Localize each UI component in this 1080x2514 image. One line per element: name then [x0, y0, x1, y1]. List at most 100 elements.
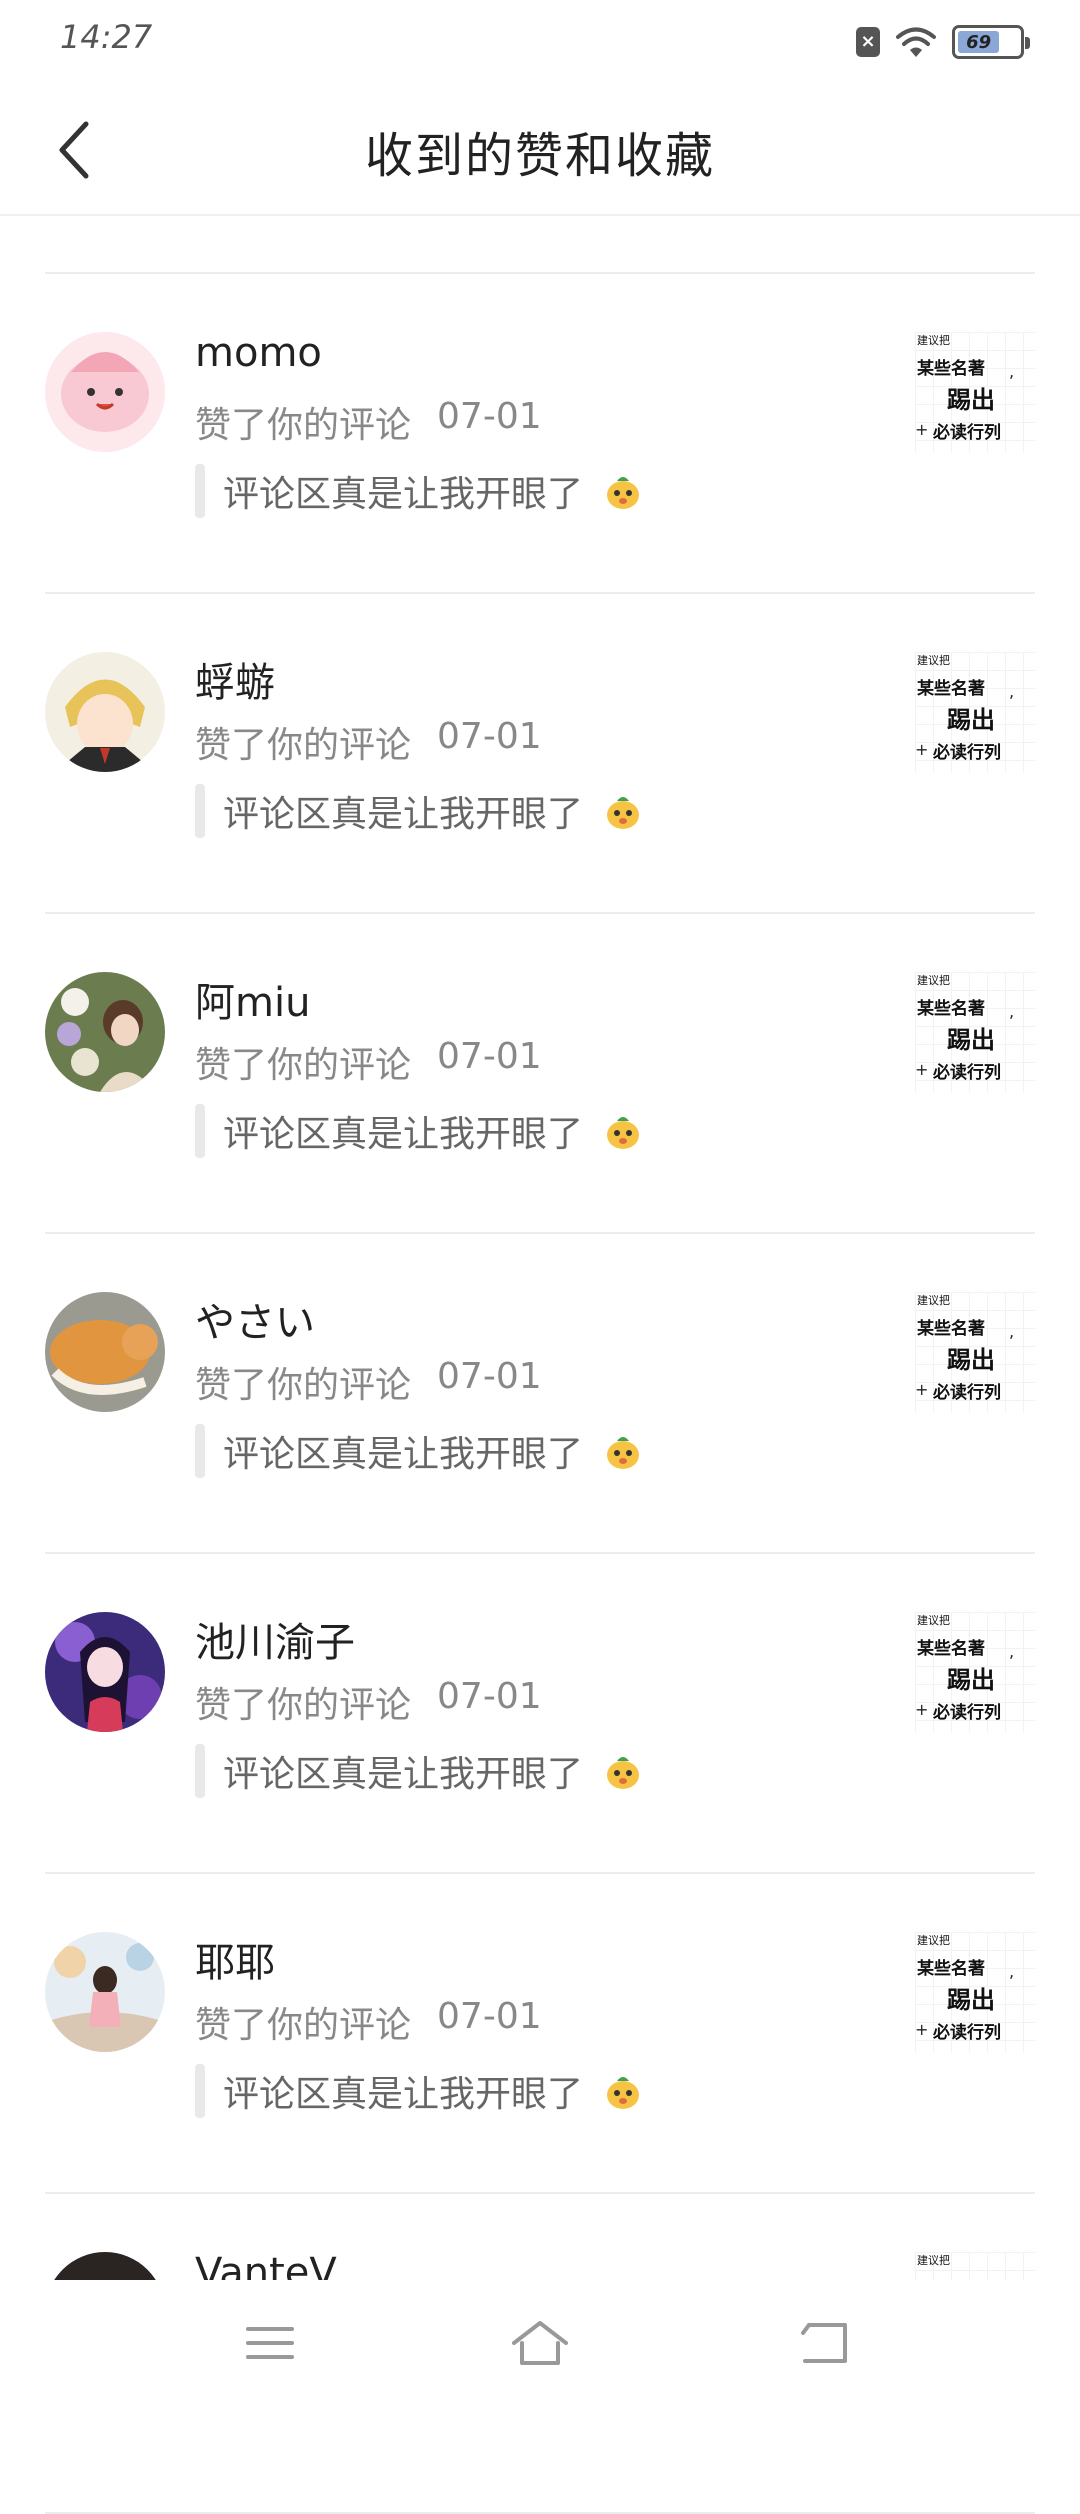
comment-text: 评论区真是让我开眼了 [223, 2074, 584, 2115]
quote-bar [195, 1424, 205, 1478]
thumb-text: 建议把 [917, 2254, 950, 2267]
username[interactable]: 蜉蝣 [195, 650, 275, 708]
thumb-text: 必读行列 [933, 743, 1001, 763]
emoji-icon [607, 1437, 640, 1469]
quoted-comment[interactable]: 评论区真是让我开眼了 [195, 1424, 643, 1478]
thumb-text: 踢出 [947, 386, 995, 414]
thumb-text: 某些名著 [917, 1959, 985, 1979]
comment-text: 评论区真是让我开眼了 [223, 1114, 584, 1155]
thumb-text: 踢出 [947, 1026, 995, 1054]
thumb-text: 建议把 [917, 974, 950, 987]
thumb-text: 必读行列 [933, 2023, 1001, 2043]
post-thumbnail[interactable]: 建议把 某些名著 , 踢出 + 必读行列 [915, 652, 1035, 772]
username[interactable]: やさい [195, 1290, 315, 1348]
avatar[interactable] [45, 972, 165, 1092]
avatar-image [45, 652, 165, 772]
post-thumbnail[interactable]: 建议把 某些名著 , 踢出 + 必读行列 [915, 332, 1035, 452]
like-meta: 赞了你的评论 07-01 [195, 716, 542, 768]
emoji-icon [607, 2077, 640, 2109]
wifi-icon [896, 27, 936, 57]
no-sim-icon: × [856, 27, 880, 57]
avatar[interactable] [45, 1932, 165, 2052]
quote-bar [195, 464, 205, 518]
thumb-dot: + [915, 1060, 929, 1079]
username[interactable]: momo [195, 330, 322, 376]
quoted-comment[interactable]: 评论区真是让我开眼了 [195, 1744, 643, 1798]
like-meta: 赞了你的评论 07-01 [195, 1356, 542, 1408]
thumb-text: 某些名著 [917, 359, 985, 379]
thumb-text: 某些名著 [917, 1639, 985, 1659]
avatar[interactable] [45, 1292, 165, 1412]
username[interactable]: 池川渝子 [195, 1610, 355, 1668]
thumb-text: 必读行列 [933, 1383, 1001, 1403]
comment-text: 评论区真是让我开眼了 [223, 1754, 584, 1795]
quoted-comment[interactable]: 评论区真是让我开眼了 [195, 784, 643, 838]
thumb-dot: + [915, 420, 929, 439]
avatar[interactable] [45, 332, 165, 452]
avatar[interactable] [45, 1612, 165, 1732]
quote-bar [195, 784, 205, 838]
thumb-text: 建议把 [917, 1614, 950, 1627]
action-text: 赞了你的评论 [195, 405, 412, 446]
page-title: 收到的赞和收藏 [364, 128, 715, 184]
list-item[interactable]: 蜉蝣 赞了你的评论 07-01 评论区真是让我开眼了 建议把 某些名著 , 踢出… [45, 594, 1035, 914]
battery-level: 69 [958, 31, 1000, 53]
thumb-text: 踢出 [947, 706, 995, 734]
thumb-text: 某些名著 [917, 679, 985, 699]
thumb-text: 建议把 [917, 1294, 950, 1307]
return-icon [801, 2323, 847, 2363]
thumb-dot: , [1009, 1322, 1015, 1341]
post-thumbnail[interactable]: 建议把 某些名著 , 踢出 + 必读行列 [915, 1292, 1035, 1412]
emoji-icon [607, 477, 640, 509]
like-meta: 赞了你的评论 07-01 [195, 1996, 542, 2048]
post-thumbnail[interactable]: 建议把 某些名著 , 踢出 + 必读行列 [915, 972, 1035, 1092]
thumb-dot: , [1009, 1962, 1015, 1981]
like-meta: 赞了你的评论 07-01 [195, 396, 542, 448]
quoted-comment[interactable]: 评论区真是让我开眼了 [195, 464, 643, 518]
home-button[interactable] [500, 2308, 580, 2378]
list-item[interactable]: momo 赞了你的评论 07-01 评论区真是让我开眼了 建议把 某些名著 , … [45, 274, 1035, 594]
post-thumbnail[interactable]: 建议把 某些名著 , 踢出 + 必读行列 [915, 1932, 1035, 2052]
list-item[interactable]: 阿miu 赞了你的评论 07-01 评论区真是让我开眼了 建议把 某些名著 , … [45, 914, 1035, 1234]
home-icon [512, 2321, 568, 2365]
thumb-dot: , [1009, 1002, 1015, 1021]
date-text: 07-01 [437, 1996, 542, 2037]
thumb-text: 踢出 [947, 1346, 995, 1374]
quote-bar [195, 2064, 205, 2118]
thumb-text: 必读行列 [933, 423, 1001, 443]
thumb-text: 某些名著 [917, 1319, 985, 1339]
system-nav-bar [0, 2280, 1080, 2408]
thumb-dot: , [1009, 362, 1015, 381]
battery-icon: 69 [952, 25, 1030, 59]
list-item[interactable]: やさい 赞了你的评论 07-01 评论区真是让我开眼了 建议把 某些名著 , 踢… [45, 1234, 1035, 1554]
date-text: 07-01 [437, 716, 542, 757]
username[interactable]: 耶耶 [195, 1930, 275, 1988]
post-thumbnail[interactable]: 建议把 某些名著 , 踢出 + 必读行列 [915, 1612, 1035, 1732]
thumb-text: 必读行列 [933, 1703, 1001, 1723]
thumb-dot: , [1009, 1642, 1015, 1661]
action-text: 赞了你的评论 [195, 1045, 412, 1086]
menu-icon [246, 2327, 294, 2359]
thumb-text: 建议把 [917, 654, 950, 667]
username[interactable]: 阿miu [195, 970, 310, 1028]
avatar-image [45, 1292, 165, 1412]
thumb-text: 建议把 [917, 334, 950, 347]
avatar-image [45, 1612, 165, 1732]
quote-bar [195, 1104, 205, 1158]
comment-text: 评论区真是让我开眼了 [223, 794, 584, 835]
quoted-comment[interactable]: 评论区真是让我开眼了 [195, 1104, 643, 1158]
emoji-icon [607, 1117, 640, 1149]
return-button[interactable] [785, 2308, 865, 2378]
emoji-icon [607, 1757, 640, 1789]
list-item[interactable]: 池川渝子 赞了你的评论 07-01 评论区真是让我开眼了 建议把 某些名著 , … [45, 1554, 1035, 1874]
status-bar: 14:27 × 69 [0, 0, 1080, 80]
status-icons: × 69 [856, 22, 1030, 62]
menu-button[interactable] [230, 2308, 310, 2378]
likes-list: momo 赞了你的评论 07-01 评论区真是让我开眼了 建议把 某些名著 , … [45, 272, 1035, 2514]
list-item[interactable]: 耶耶 赞了你的评论 07-01 评论区真是让我开眼了 建议把 某些名著 , 踢出… [45, 1874, 1035, 2194]
avatar[interactable] [45, 652, 165, 772]
avatar-image [45, 972, 165, 1092]
date-text: 07-01 [437, 1356, 542, 1397]
date-text: 07-01 [437, 1676, 542, 1717]
quoted-comment[interactable]: 评论区真是让我开眼了 [195, 2064, 643, 2118]
